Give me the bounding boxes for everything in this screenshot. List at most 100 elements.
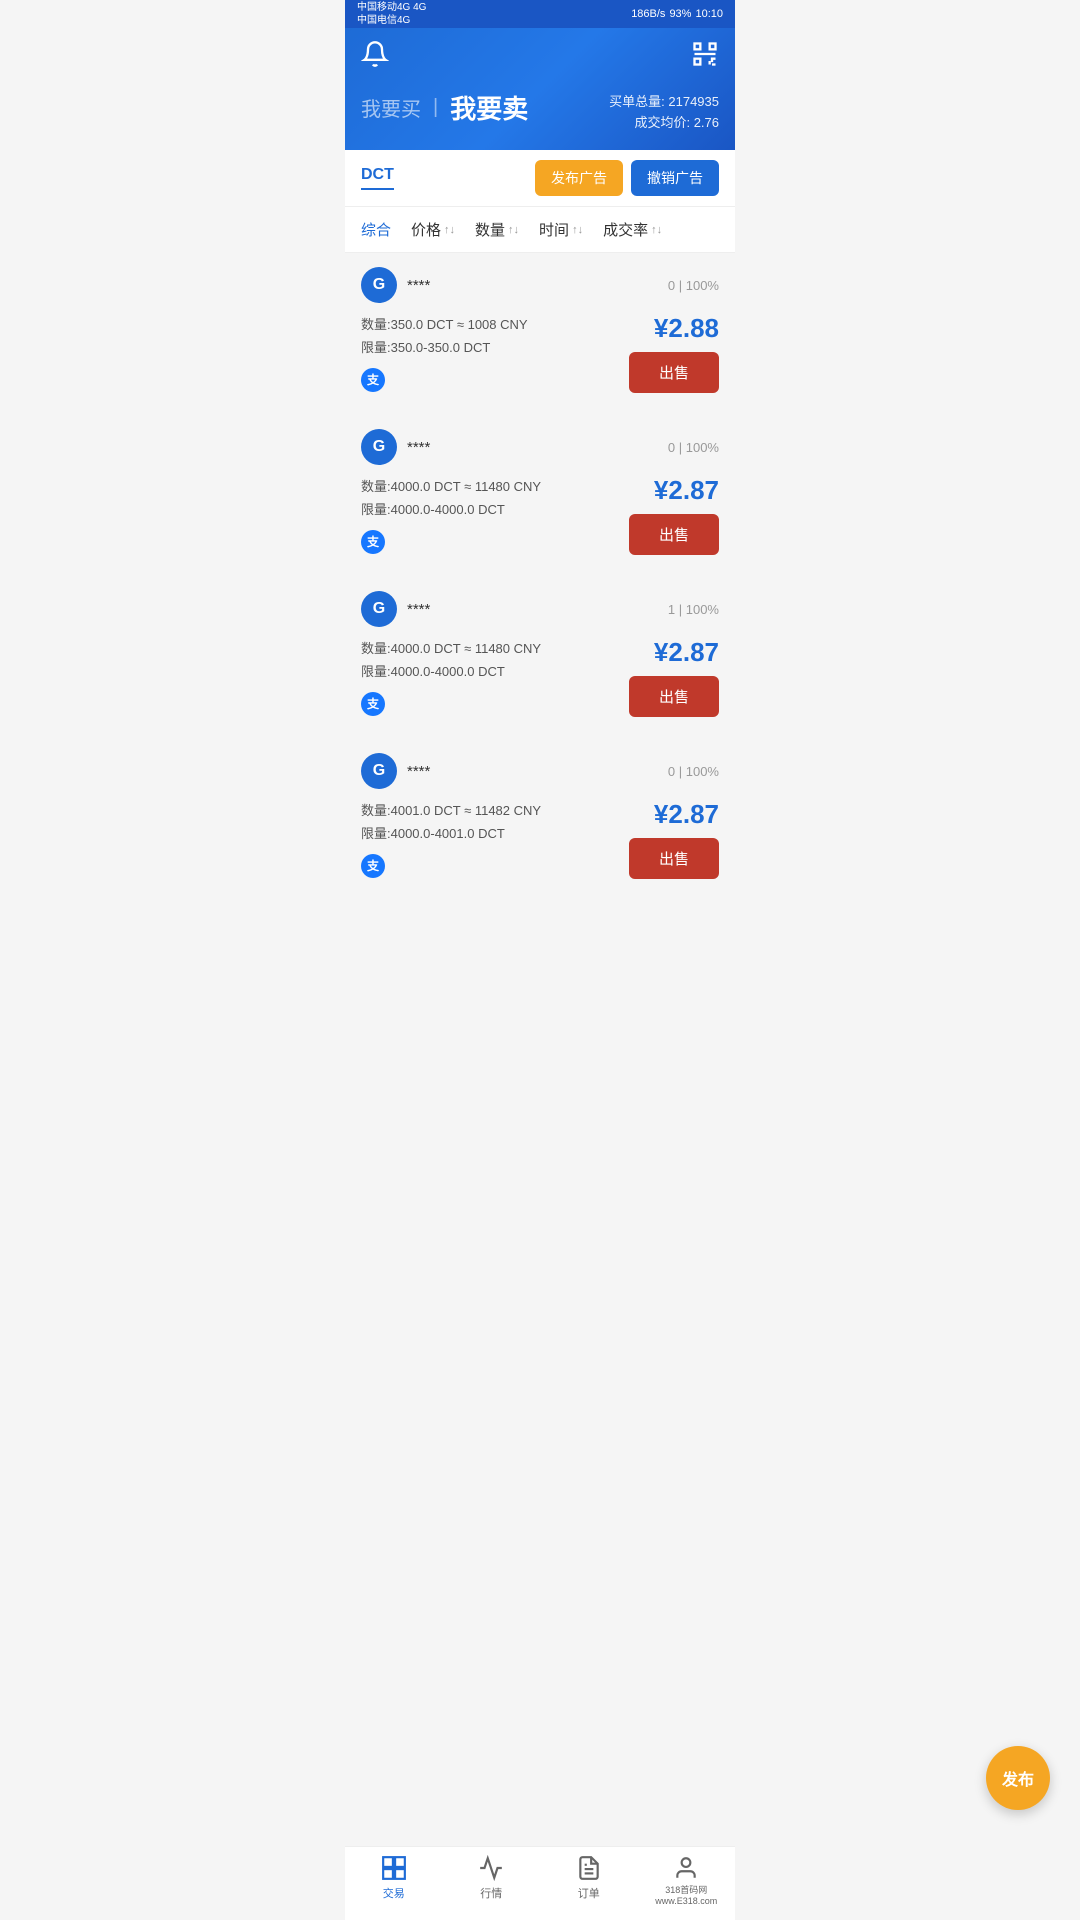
nav-item-market[interactable]: 行情: [456, 1855, 526, 1908]
payment-icons: 支: [361, 854, 541, 878]
trade-stats: 1 | 100%: [668, 602, 719, 617]
cancel-ad-button[interactable]: 撤销广告: [631, 160, 719, 196]
header: 我要买 | 我要卖 买单总量: 2174935 成交均价: 2.76: [345, 28, 735, 150]
status-right: 186B/s 93% 10:10: [631, 8, 723, 20]
trade-limit: 限量:4000.0-4001.0 DCT: [361, 822, 541, 845]
sell-button[interactable]: 出售: [629, 676, 719, 717]
sort-rate[interactable]: 成交率 ↑↓: [603, 219, 662, 240]
trade-price: ¥2.87: [654, 637, 719, 668]
sort-quantity[interactable]: 数量 ↑↓: [475, 219, 519, 240]
nav-item-order[interactable]: 订单: [554, 1855, 624, 1908]
payment-icons: 支: [361, 530, 541, 554]
avg-price: 成交均价: 2.76: [609, 113, 719, 134]
header-tabs: 我要买 | 我要卖: [361, 89, 528, 126]
token-buttons: 发布广告 撤销广告: [535, 160, 719, 196]
tab-buy[interactable]: 我要买: [361, 93, 421, 122]
alipay-icon: 支: [361, 530, 385, 554]
token-bar: DCT 发布广告 撤销广告: [345, 150, 735, 207]
trade-limit: 限量:4000.0-4000.0 DCT: [361, 498, 541, 521]
nav-item-profile[interactable]: 318首码网www.E318.com: [651, 1855, 721, 1908]
avatar: G: [361, 267, 397, 303]
trader-info: G ****: [361, 429, 430, 465]
trade-item: G **** 1 | 100% 数量:4000.0 DCT ≈ 11480 CN…: [345, 577, 735, 739]
trade-info-left: 数量:4001.0 DCT ≈ 11482 CNY 限量:4000.0-4001…: [361, 799, 541, 878]
header-top: [361, 40, 719, 73]
sort-composite[interactable]: 综合: [361, 219, 391, 240]
trade-quantity: 数量:4000.0 DCT ≈ 11480 CNY: [361, 475, 541, 498]
sort-time[interactable]: 时间 ↑↓: [539, 219, 583, 240]
trade-price: ¥2.87: [654, 475, 719, 506]
time: 10:10: [695, 8, 723, 20]
trade-info-left: 数量:350.0 DCT ≈ 1008 CNY 限量:350.0-350.0 D…: [361, 313, 528, 392]
sort-price[interactable]: 价格 ↑↓: [411, 219, 455, 240]
trader-info: G ****: [361, 591, 430, 627]
token-name[interactable]: DCT: [361, 166, 394, 190]
tab-divider: |: [433, 96, 438, 119]
trade-quantity: 数量:4001.0 DCT ≈ 11482 CNY: [361, 799, 541, 822]
trade-item-header: G **** 1 | 100%: [361, 591, 719, 627]
header-content: 我要买 | 我要卖 买单总量: 2174935 成交均价: 2.76: [361, 89, 719, 134]
trade-list: G **** 0 | 100% 数量:350.0 DCT ≈ 1008 CNY …: [345, 253, 735, 981]
sort-bar: 综合 价格 ↑↓ 数量 ↑↓ 时间 ↑↓ 成交率 ↑↓: [345, 207, 735, 253]
trade-price: ¥2.87: [654, 799, 719, 830]
carrier-info: 中国移动4G 4G 中国电信4G: [357, 1, 426, 27]
scan-icon[interactable]: [691, 40, 719, 73]
trade-right: ¥2.87 出售: [629, 799, 719, 879]
trade-item-header: G **** 0 | 100%: [361, 429, 719, 465]
trader-info: G ****: [361, 267, 430, 303]
avatar: G: [361, 429, 397, 465]
trade-item: G **** 0 | 100% 数量:4000.0 DCT ≈ 11480 CN…: [345, 415, 735, 577]
status-bar: 中国移动4G 4G 中国电信4G 186B/s 93% 10:10: [345, 0, 735, 28]
trade-right: ¥2.88 出售: [629, 313, 719, 393]
trade-right: ¥2.87 出售: [629, 475, 719, 555]
trade-item-header: G **** 0 | 100%: [361, 267, 719, 303]
total-order: 买单总量: 2174935: [609, 92, 719, 113]
trade-item: G **** 0 | 100% 数量:350.0 DCT ≈ 1008 CNY …: [345, 253, 735, 415]
market-icon: [478, 1855, 504, 1881]
sell-button[interactable]: 出售: [629, 352, 719, 393]
trade-icon: [381, 1855, 407, 1881]
bell-icon[interactable]: [361, 40, 389, 73]
trade-info-left: 数量:4000.0 DCT ≈ 11480 CNY 限量:4000.0-4000…: [361, 475, 541, 554]
network-speed: 186B/s: [631, 8, 665, 20]
trade-stats: 0 | 100%: [668, 278, 719, 293]
trade-details: 数量:4000.0 DCT ≈ 11480 CNY 限量:4000.0-4000…: [361, 475, 719, 555]
payment-icons: 支: [361, 692, 541, 716]
trade-details: 数量:350.0 DCT ≈ 1008 CNY 限量:350.0-350.0 D…: [361, 313, 719, 393]
header-stats: 买单总量: 2174935 成交均价: 2.76: [609, 92, 719, 134]
tab-sell[interactable]: 我要卖: [450, 89, 528, 126]
sell-button[interactable]: 出售: [629, 514, 719, 555]
nav-label-trade: 交易: [383, 1885, 405, 1901]
trade-details: 数量:4000.0 DCT ≈ 11480 CNY 限量:4000.0-4000…: [361, 637, 719, 717]
trade-right: ¥2.87 出售: [629, 637, 719, 717]
trader-name: ****: [407, 601, 430, 618]
sell-button[interactable]: 出售: [629, 838, 719, 879]
trade-price: ¥2.88: [654, 313, 719, 344]
trader-info: G ****: [361, 753, 430, 789]
trade-item: G **** 0 | 100% 数量:4001.0 DCT ≈ 11482 CN…: [345, 739, 735, 901]
nav-label-order: 订单: [578, 1885, 600, 1901]
nav-item-trade[interactable]: 交易: [359, 1855, 429, 1908]
trade-quantity: 数量:350.0 DCT ≈ 1008 CNY: [361, 313, 528, 336]
trade-info-left: 数量:4000.0 DCT ≈ 11480 CNY 限量:4000.0-4000…: [361, 637, 541, 716]
bottom-nav: 交易 行情 订单 318首码网www.E318.com: [345, 1846, 735, 1920]
float-publish-button[interactable]: 发布: [986, 1746, 1050, 1810]
alipay-icon: 支: [361, 368, 385, 392]
avatar: G: [361, 591, 397, 627]
payment-icons: 支: [361, 368, 528, 392]
trade-item-header: G **** 0 | 100%: [361, 753, 719, 789]
alipay-icon: 支: [361, 854, 385, 878]
trade-limit: 限量:4000.0-4000.0 DCT: [361, 660, 541, 683]
trader-name: ****: [407, 277, 430, 294]
trade-limit: 限量:350.0-350.0 DCT: [361, 336, 528, 359]
trade-stats: 0 | 100%: [668, 440, 719, 455]
trade-quantity: 数量:4000.0 DCT ≈ 11480 CNY: [361, 637, 541, 660]
profile-icon: [673, 1855, 699, 1881]
nav-label-market: 行情: [480, 1885, 502, 1901]
alipay-icon: 支: [361, 692, 385, 716]
trader-name: ****: [407, 763, 430, 780]
trade-details: 数量:4001.0 DCT ≈ 11482 CNY 限量:4000.0-4001…: [361, 799, 719, 879]
battery: 93%: [669, 8, 691, 20]
publish-ad-button[interactable]: 发布广告: [535, 160, 623, 196]
order-icon: [576, 1855, 602, 1881]
